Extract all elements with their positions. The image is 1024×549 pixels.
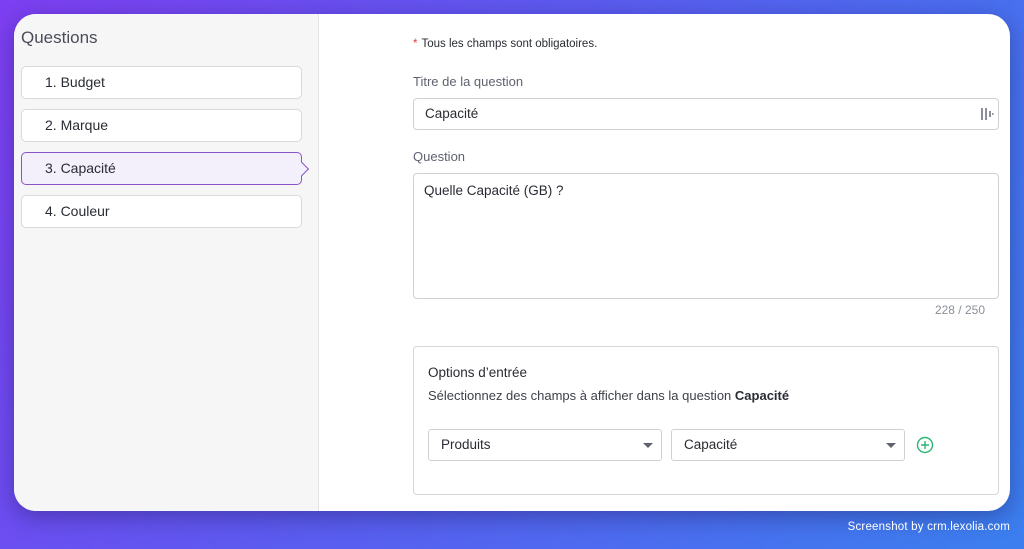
required-note: * Tous les champs sont obligatoires. [413, 38, 598, 50]
app-window: Questions 1. Budget 2. Marque 3. Capacit… [14, 14, 1010, 511]
sidebar-item-budget[interactable]: 1. Budget [21, 66, 302, 99]
sidebar-item-label: 4. Couleur [45, 203, 110, 219]
required-star-icon: * [413, 38, 418, 50]
chevron-down-icon [886, 443, 896, 448]
sidebar-item-couleur[interactable]: 4. Couleur [21, 195, 302, 228]
question-title-input[interactable]: Capacité [413, 98, 999, 130]
sidebar-item-capacite[interactable]: 3. Capacité [21, 152, 302, 185]
sidebar-item-label: 3. Capacité [45, 160, 116, 176]
field-select[interactable]: Capacité [671, 429, 905, 461]
question-textarea[interactable]: Quelle Capacité (GB) ? [413, 173, 999, 299]
question-editor: * Tous les champs sont obligatoires. Titr… [320, 14, 1010, 511]
products-select[interactable]: Produits [428, 429, 662, 461]
options-description: Sélectionnez des champs à afficher dans … [428, 388, 790, 403]
sidebar-item-label: 1. Budget [45, 74, 105, 90]
options-question-name: Capacité [734, 388, 790, 403]
sidebar-item-label: 2. Marque [45, 117, 109, 133]
plus-circle-icon[interactable] [916, 436, 934, 454]
title-field-label: Titre de la question [413, 74, 524, 89]
questions-sidebar: Questions 1. Budget 2. Marque 3. Capacit… [14, 14, 319, 511]
sidebar-item-marque[interactable]: 2. Marque [21, 109, 302, 142]
input-options-panel: Options d’entrée Sélectionnez des champs… [413, 346, 999, 495]
options-title: Options d’entrée [428, 365, 528, 380]
chevron-down-icon [643, 443, 653, 448]
question-field-label: Question [413, 149, 466, 164]
char-counter: 228 / 250 [934, 303, 985, 317]
sidebar-title: Questions [21, 28, 98, 47]
screenshot-watermark: Screenshot by crm.lexolia.com [847, 521, 1010, 533]
text-format-icon[interactable] [980, 106, 994, 122]
